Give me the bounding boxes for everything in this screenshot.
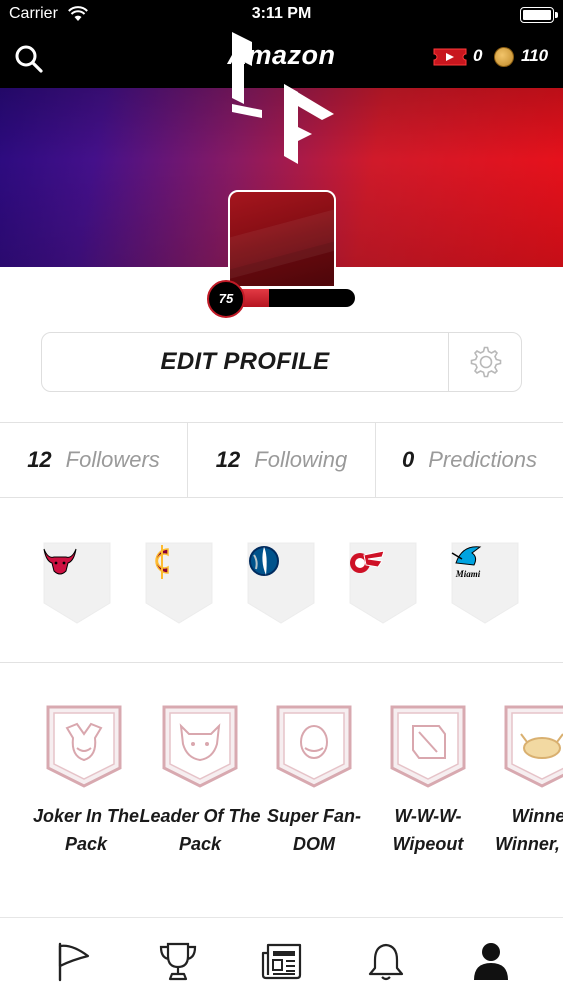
coin-icon[interactable]	[494, 47, 514, 67]
team-bulls[interactable]	[40, 541, 114, 625]
divider	[0, 662, 563, 663]
mavericks-logo-icon	[249, 546, 279, 576]
cavaliers-logo-icon	[155, 545, 169, 579]
team-mavericks[interactable]	[244, 541, 318, 625]
followers-label: Followers	[65, 447, 160, 472]
level-progress-bar	[232, 289, 355, 307]
level-badge: 75	[207, 280, 245, 318]
tab-notifications[interactable]	[361, 936, 411, 986]
super-fan-badge-icon	[276, 705, 352, 788]
settings-button[interactable]	[449, 333, 522, 391]
wolf-badge-icon	[162, 705, 238, 788]
divider	[0, 497, 563, 498]
predictions-count: 0	[401, 447, 415, 472]
trophy-icon	[159, 942, 197, 981]
following-count: 12	[215, 447, 241, 472]
ticket-count: 0	[473, 46, 483, 65]
joker-badge-icon	[46, 705, 122, 788]
red-wings-logo-icon	[350, 550, 385, 573]
flag-icon	[58, 942, 90, 982]
ticket-icon[interactable]	[432, 47, 468, 67]
chicken-dinner-badge-icon	[504, 705, 563, 788]
tab-bar	[0, 917, 563, 1000]
followers-count: 12	[27, 447, 52, 472]
predictions-stat[interactable]: 0 Predictions	[376, 423, 563, 497]
battery-icon	[520, 7, 558, 23]
brand-logo-icon	[232, 32, 334, 164]
tab-news[interactable]	[257, 936, 307, 986]
badge-label: WinnerWinner, Ch	[495, 806, 563, 854]
user-icon	[474, 943, 508, 980]
following-stat[interactable]: 12 Following	[188, 423, 375, 497]
team-marlins[interactable]: Miami	[448, 541, 522, 625]
tab-profile[interactable]	[466, 936, 516, 986]
svg-text:Miami: Miami	[455, 569, 481, 579]
following-label: Following	[254, 447, 348, 472]
bell-icon	[368, 943, 404, 981]
wipeout-badge-icon	[390, 705, 466, 788]
coin-count: 110	[521, 46, 549, 65]
gear-icon	[470, 346, 501, 378]
edit-profile-row: EDIT PROFILE	[41, 332, 522, 392]
followers-stat[interactable]: 12 Followers	[0, 423, 187, 497]
team-red-wings[interactable]	[346, 541, 420, 625]
edit-profile-button[interactable]: EDIT PROFILE	[42, 333, 448, 391]
team-cavaliers[interactable]	[142, 541, 216, 625]
tab-leaderboard[interactable]	[153, 936, 203, 986]
tab-predictions[interactable]	[47, 936, 97, 986]
predictions-label: Predictions	[428, 447, 538, 472]
bulls-logo-icon	[43, 548, 77, 575]
newspaper-icon	[261, 943, 302, 980]
marlins-logo-icon: Miami	[451, 546, 482, 579]
avatar[interactable]	[228, 190, 336, 288]
